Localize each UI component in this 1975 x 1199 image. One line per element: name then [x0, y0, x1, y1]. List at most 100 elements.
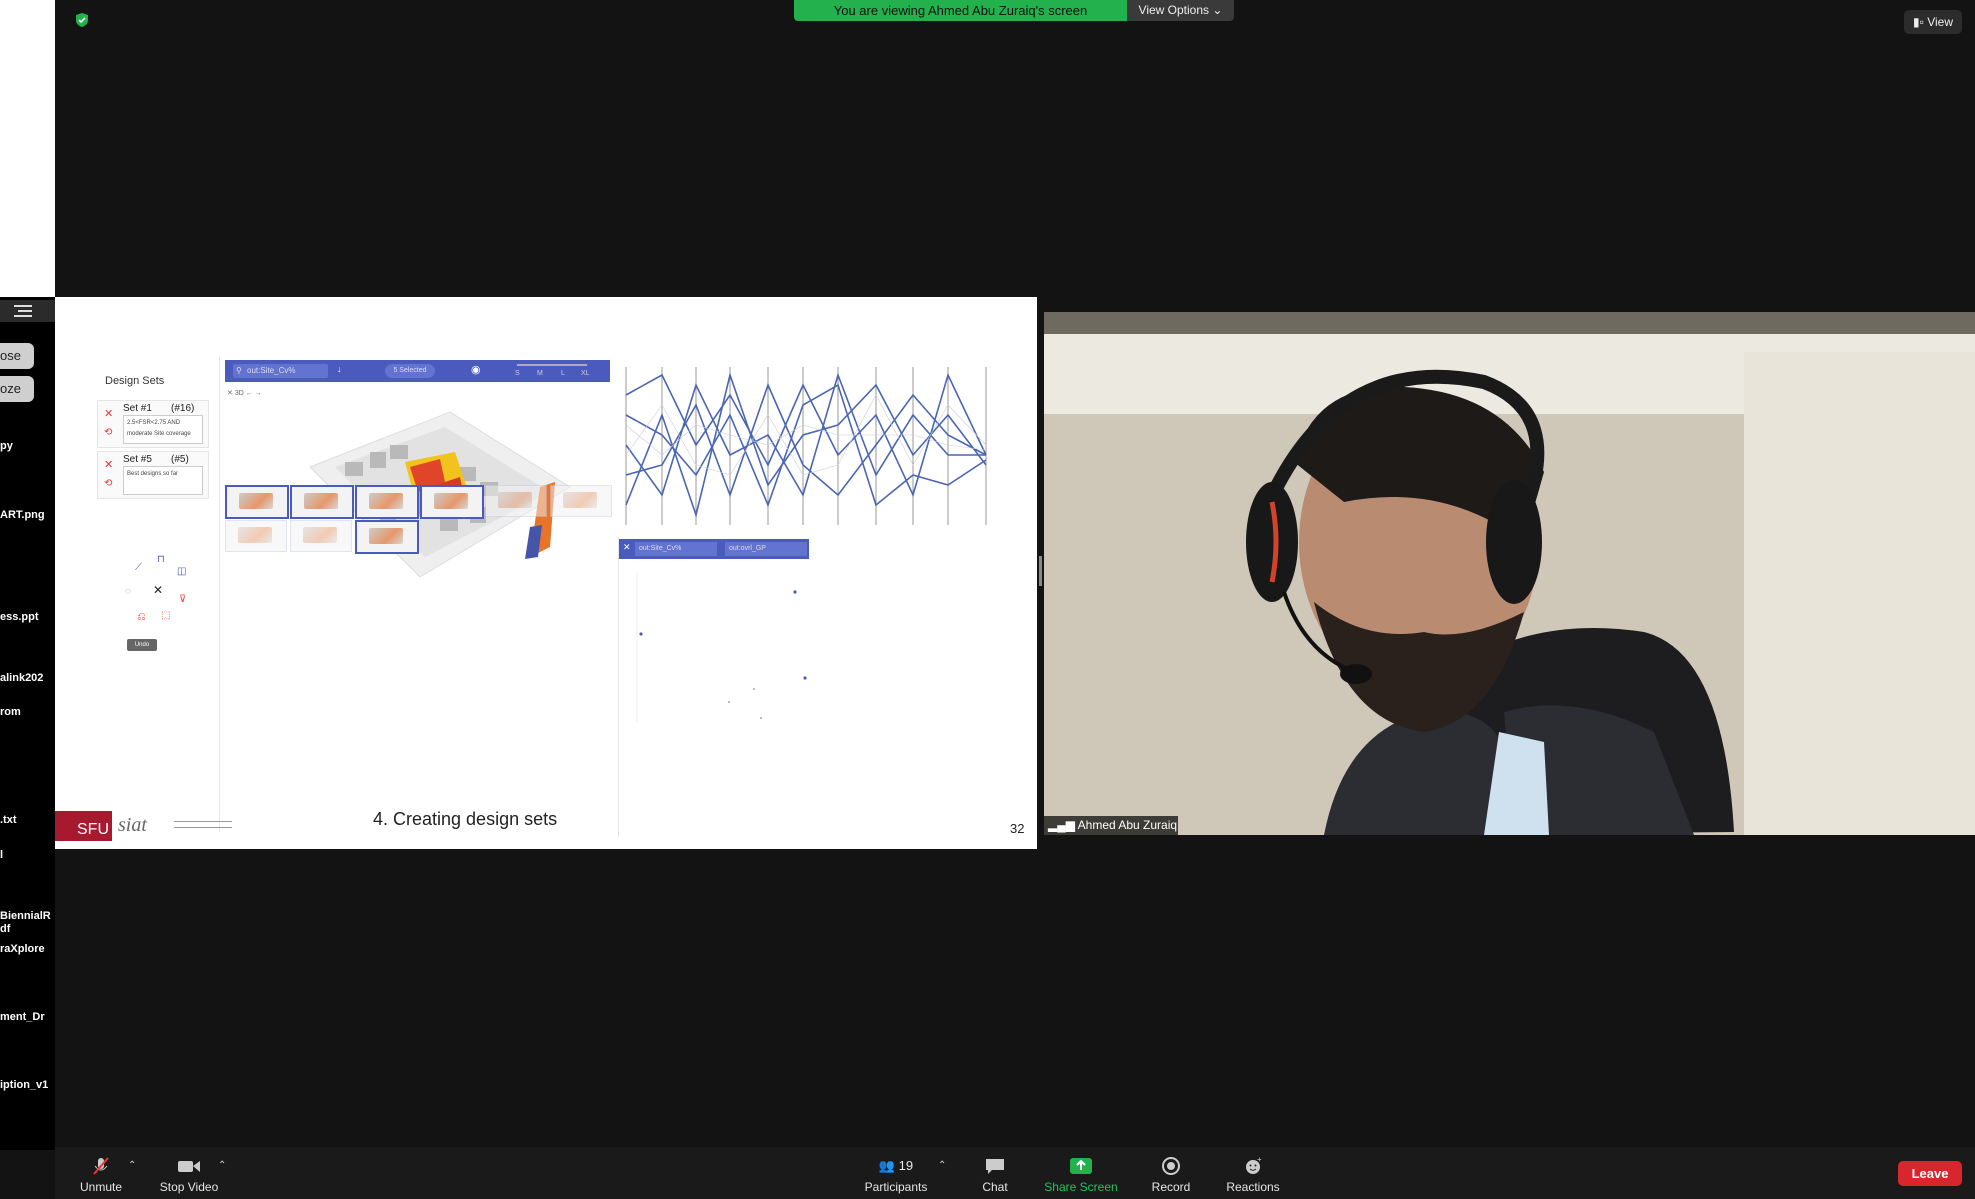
desktop-file[interactable]: BiennialR [0, 910, 51, 922]
desktop-top-area [0, 0, 55, 297]
desktop-pill-snooze[interactable]: oze [0, 376, 34, 402]
close-icon[interactable]: ✕ [227, 390, 233, 397]
desktop-file[interactable]: iption_v1 [0, 1079, 48, 1091]
filter-icon[interactable]: ⊽ [179, 594, 186, 605]
size-option[interactable]: XL [581, 370, 590, 377]
split-handle[interactable] [1039, 556, 1042, 586]
y-field-select[interactable]: out:ovrl_GP [725, 542, 807, 556]
selected-badge[interactable]: 5 Selected [385, 364, 435, 378]
bookmark-icon[interactable]: ⊓ [157, 554, 165, 565]
shield-icon[interactable] [74, 12, 90, 28]
set-note-line: 2.5<FSR<2.75 AND [127, 420, 181, 426]
smiley-plus-icon: + [1246, 1156, 1262, 1174]
arrow-right-icon[interactable]: → [255, 390, 262, 397]
desktop-file[interactable]: ment_Dr [0, 1011, 45, 1023]
siat-logo: siat [118, 814, 232, 836]
panel-divider [219, 357, 220, 832]
select-icon[interactable]: ⬚ [161, 610, 170, 621]
selected-count: 5 [393, 367, 398, 374]
participants-icon: 👥 19 [878, 1158, 914, 1173]
chevron-up-icon[interactable]: ⌃ [218, 1160, 226, 1171]
desktop-file[interactable]: rom [0, 706, 21, 718]
design-thumbnail[interactable] [225, 485, 289, 519]
restore-icon[interactable]: ⟲ [104, 478, 112, 489]
design-sets-heading: Design Sets [105, 375, 165, 387]
size-slider[interactable] [517, 364, 587, 366]
draw-icon[interactable]: ⟋ [135, 562, 142, 573]
design-thumbnail[interactable] [420, 485, 484, 519]
chat-label: Chat [982, 1180, 1008, 1194]
desktop-file[interactable]: ess.ppt [0, 611, 39, 623]
participant-nameplate: ▂▄▆ Ahmed Abu Zuraiq [1044, 816, 1178, 835]
desktop-file[interactable]: .txt [0, 814, 17, 826]
desktop-file[interactable]: py [0, 440, 13, 452]
close-icon[interactable]: ✕ [153, 583, 163, 597]
close-icon[interactable]: ✕ [104, 458, 113, 471]
desktop-file[interactable]: ART.png [0, 509, 45, 521]
participants-count: 19 [898, 1158, 914, 1173]
set-note[interactable]: Best designs so far [123, 466, 203, 495]
size-option[interactable]: L [561, 370, 565, 377]
reactions-button[interactable]: + Reactions [1222, 1150, 1284, 1198]
search-field[interactable]: ⚲ out:Site_Cv% [233, 364, 328, 378]
sort-down-icon[interactable]: ↓ [337, 364, 342, 374]
list-icon [14, 305, 32, 317]
design-thumbnail[interactable] [290, 520, 352, 552]
desktop-file[interactable]: l [0, 849, 3, 861]
desktop-pill-close[interactable]: ose [0, 343, 34, 369]
svg-text:siat: siat [118, 814, 147, 836]
restore-icon[interactable]: ⟲ [104, 427, 112, 438]
desktop-file[interactable]: df [0, 923, 10, 935]
close-icon[interactable]: ✕ [623, 542, 631, 553]
set-name: Set #5 [123, 454, 152, 465]
chevron-up-icon[interactable]: ⌃ [128, 1160, 136, 1171]
x-field-select[interactable]: out:Site_Cv% [635, 542, 717, 556]
search-icon: ⚲ [236, 366, 242, 375]
design-thumbnail[interactable] [355, 485, 419, 519]
shared-slide: Design Sets ✕ ⟲ Set #1 (#16) 2.5<FSR<2.7… [55, 297, 1037, 849]
participants-button[interactable]: 👥 19 Participants [858, 1150, 934, 1198]
view-button[interactable]: ▮▫ View [1904, 10, 1962, 34]
selected-label: Selected [399, 367, 427, 374]
participant-name: Ahmed Abu Zuraiq [1077, 818, 1178, 832]
unmute-button[interactable]: Unmute [72, 1150, 130, 1198]
close-icon[interactable]: ✕ [104, 407, 113, 420]
chevron-up-icon[interactable]: ⌃ [938, 1160, 946, 1171]
design-set-card[interactable]: ✕ ⟲ Set #1 (#16) 2.5<FSR<2.75 AND modera… [97, 400, 209, 448]
size-option[interactable]: M [537, 370, 543, 377]
meeting-toolbar [55, 1147, 1975, 1199]
record-button[interactable]: Record [1146, 1150, 1196, 1198]
x-field-value: out:Site_Cv% [639, 545, 682, 552]
unmute-label: Unmute [79, 1180, 123, 1194]
design-thumbnail[interactable] [290, 485, 354, 519]
slide-page-number: 32 [1010, 821, 1025, 836]
chat-button[interactable]: Chat [975, 1150, 1015, 1198]
desktop-file[interactable]: raXplore [0, 943, 45, 955]
design-set-card[interactable]: ✕ ⟲ Set #5 (#5) Best designs so far [97, 451, 209, 499]
desktop-file[interactable]: alink202 [0, 672, 43, 684]
participant-video[interactable] [1044, 312, 1975, 835]
undo-icon[interactable]: ⎌ [137, 611, 146, 623]
arrow-left-icon[interactable]: ← [246, 390, 253, 397]
design-thumbnail[interactable] [485, 485, 547, 517]
design-thumbnail[interactable] [355, 520, 419, 554]
view-options-button[interactable]: View Options ⌄ [1127, 0, 1234, 21]
share-screen-button[interactable]: Share Screen [1040, 1150, 1122, 1198]
scatter-toolbar: ✕ out:Site_Cv% out:ovrl_GP [619, 539, 809, 559]
scatter-plot[interactable] [619, 562, 809, 722]
loading-icon[interactable]: ◌ [125, 586, 131, 597]
size-option[interactable]: S [515, 370, 520, 377]
design-thumbnail[interactable] [225, 520, 287, 552]
design-thumbnail[interactable] [550, 485, 612, 517]
tool-palette[interactable]: ⟋ ⊓ ◫ ◌ ✕ ⊽ ⎌ ⬚ [125, 552, 265, 642]
parallel-coordinates-plot[interactable] [618, 355, 998, 530]
microphone-muted-icon [93, 1157, 109, 1175]
stop-video-button[interactable]: Stop Video [155, 1150, 223, 1198]
reactions-label: Reactions [1226, 1180, 1280, 1194]
eye-icon[interactable]: ◉ [471, 363, 481, 376]
svg-text:+: + [1257, 1156, 1262, 1164]
sharing-banner: You are viewing Ahmed Abu Zuraiq's scree… [794, 0, 1127, 21]
panel-icon[interactable]: ◫ [177, 566, 186, 577]
set-note[interactable]: 2.5<FSR<2.75 AND moderate Site coverage [123, 415, 203, 444]
leave-button[interactable]: Leave [1898, 1161, 1962, 1186]
